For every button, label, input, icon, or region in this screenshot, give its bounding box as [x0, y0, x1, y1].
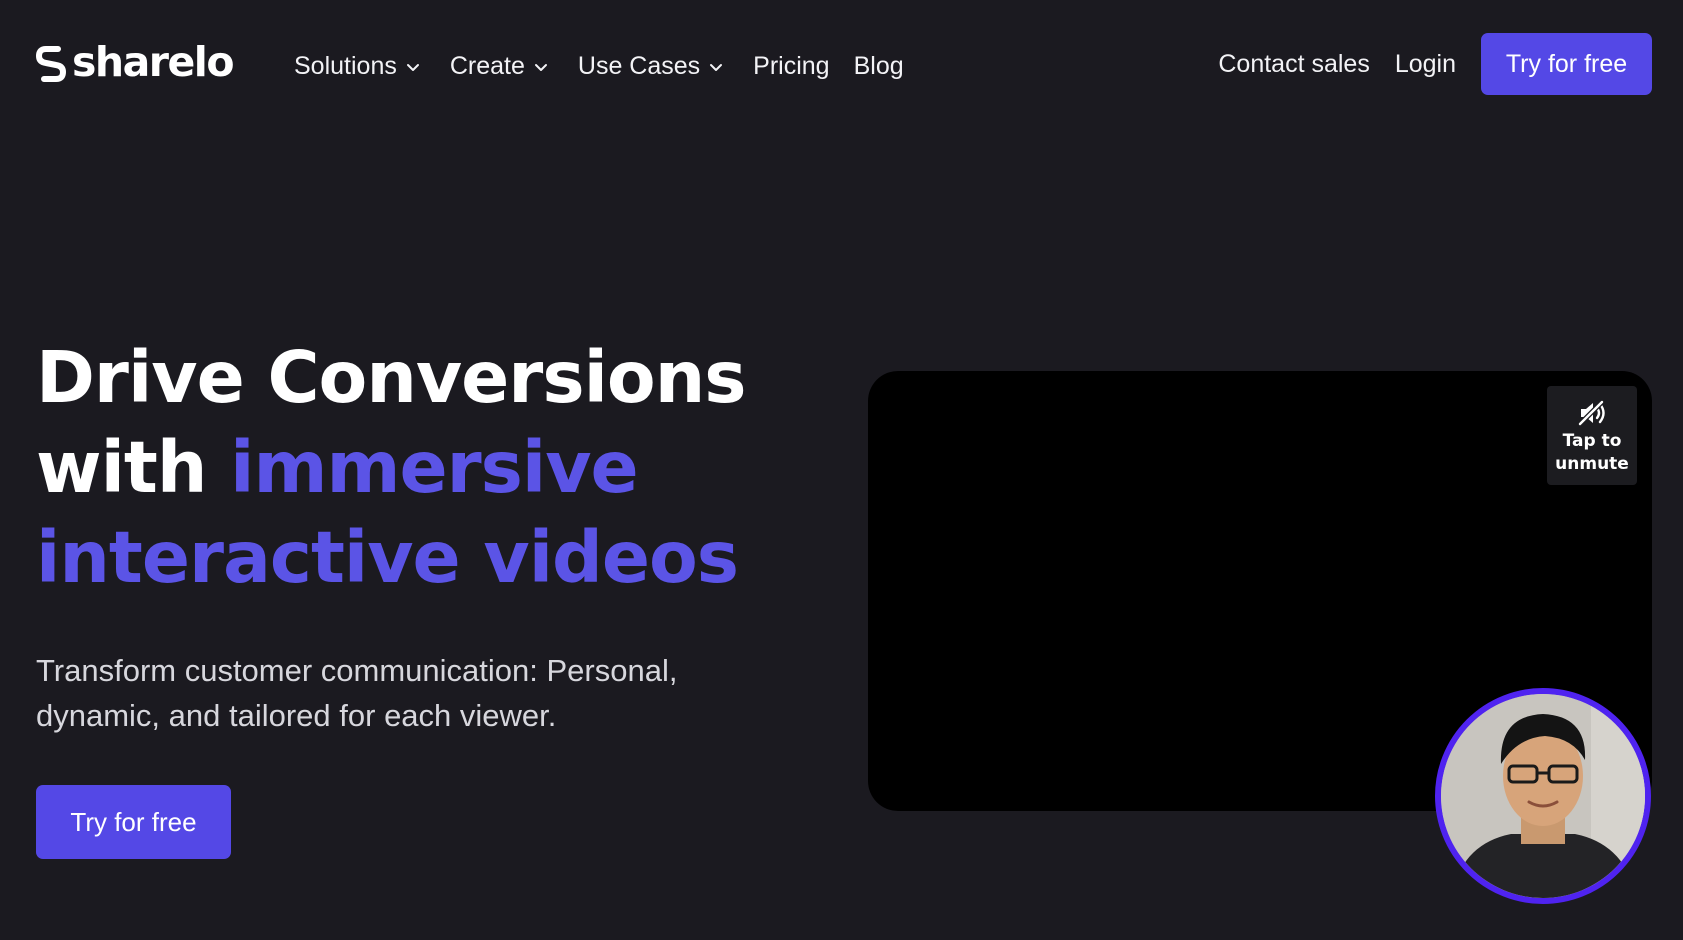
top-navigation: sharelo Solutions Create Use Cases Prici… — [0, 0, 1683, 130]
hero-title-line1: Drive Conversions — [36, 336, 747, 419]
nav-item-create[interactable]: Create — [450, 52, 549, 81]
nav-item-label: Pricing — [753, 51, 830, 80]
nav-item-label: Create — [449, 51, 525, 80]
chevron-down-icon — [534, 63, 547, 71]
main-nav: Solutions Create Use Cases Pricing Blog — [294, 46, 928, 86]
brand-name: sharelo — [72, 37, 235, 86]
landing-page: sharelo Solutions Create Use Cases Prici… — [0, 0, 1683, 940]
hero-subtitle: Transform customer communication: Person… — [36, 653, 678, 733]
nav-item-label: Use Cases — [577, 51, 701, 80]
nav-item-use-cases[interactable]: Use Cases — [578, 52, 724, 81]
contact-sales-link[interactable]: Contact sales — [1218, 50, 1369, 79]
hero-title-accent-1: immersive — [230, 426, 639, 509]
presenter-image — [1441, 694, 1645, 898]
hero-try-free-button[interactable]: Try for free — [36, 785, 231, 859]
brand-logo[interactable]: sharelo — [36, 37, 235, 90]
chevron-down-icon — [406, 63, 419, 71]
sharelo-s-mark-icon — [36, 46, 66, 82]
unmute-label: Tap to unmute — [1547, 430, 1637, 476]
nav-actions: Contact sales Login Try for free — [1218, 33, 1652, 95]
unmute-label-line1: Tap to — [1562, 431, 1622, 451]
login-link[interactable]: Login — [1395, 50, 1456, 79]
tap-to-unmute-button[interactable]: Tap to unmute — [1547, 386, 1637, 485]
nav-item-label: Solutions — [294, 51, 397, 80]
nav-item-blog[interactable]: Blog — [854, 52, 904, 81]
presenter-avatar[interactable] — [1435, 688, 1651, 904]
speaker-muted-icon — [1577, 399, 1605, 427]
nav-item-pricing[interactable]: Pricing — [753, 52, 829, 81]
unmute-label-line2: unmute — [1555, 454, 1629, 474]
nav-item-label: Blog — [853, 51, 904, 80]
nav-item-solutions[interactable]: Solutions — [294, 52, 421, 81]
chevron-down-icon — [710, 63, 723, 71]
hero-title: Drive Conversions with immersive interac… — [36, 333, 796, 603]
hero-title-with: with — [36, 426, 207, 509]
nav-try-free-button[interactable]: Try for free — [1481, 33, 1652, 95]
hero-title-accent-2: interactive videos — [36, 516, 739, 599]
